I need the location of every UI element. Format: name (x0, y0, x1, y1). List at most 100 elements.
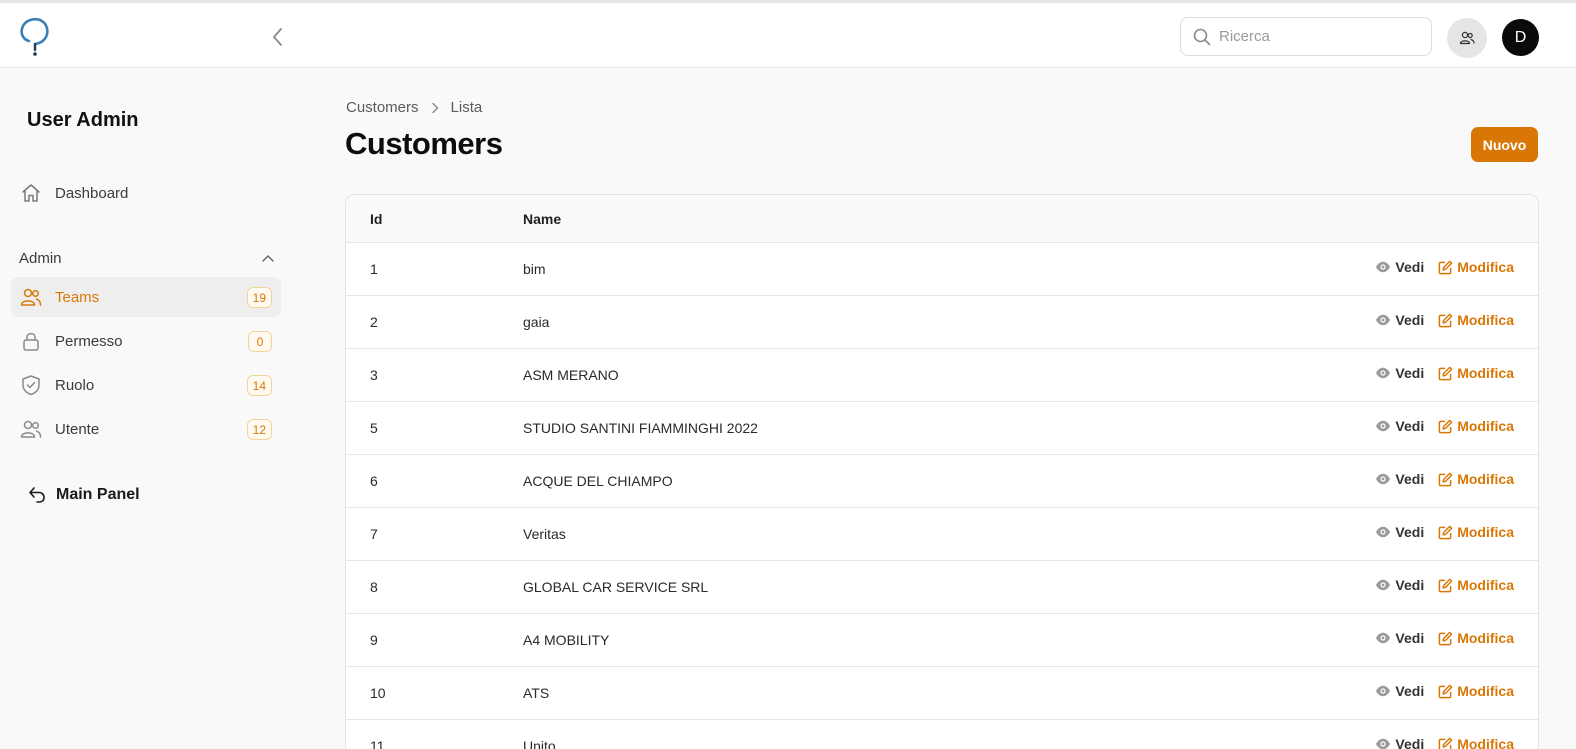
breadcrumb: Customers Lista (346, 99, 482, 116)
count-badge: 14 (246, 375, 272, 396)
cell-name: ATS (523, 685, 550, 701)
view-label: Vedi (1395, 471, 1425, 487)
table-row: 9 A4 MOBILITY Vedi Modifica (346, 614, 1538, 667)
view-button[interactable]: Vedi (1375, 736, 1424, 749)
lock-icon (20, 330, 42, 352)
edit-label: Modifica (1457, 312, 1514, 328)
search-input[interactable] (1219, 28, 1419, 45)
view-button[interactable]: Vedi (1375, 365, 1424, 381)
table-row: 10 ATS Vedi Modifica (346, 667, 1538, 720)
customers-table: Id Name 1 bim Vedi Modifica 2 gaia Vedi (345, 194, 1539, 749)
view-button[interactable]: Vedi (1375, 418, 1424, 434)
new-button[interactable]: Nuovo (1471, 127, 1538, 162)
edit-icon (1438, 684, 1453, 698)
sidebar-item-teams[interactable]: Teams 19 (11, 277, 281, 317)
sidebar-item-label: Utente (55, 420, 100, 438)
view-button[interactable]: Vedi (1375, 259, 1424, 275)
edit-label: Modifica (1457, 577, 1514, 593)
app-logo[interactable] (20, 17, 50, 57)
chevron-up-icon (262, 255, 274, 262)
cell-name: Veritas (523, 526, 566, 542)
count-badge: 0 (248, 331, 272, 352)
breadcrumb-item-customers[interactable]: Customers (346, 99, 419, 116)
edit-label: Modifica (1457, 524, 1514, 540)
cell-name: ASM MERANO (523, 367, 619, 383)
collapse-sidebar-button[interactable] (266, 25, 290, 49)
view-label: Vedi (1395, 312, 1425, 328)
eye-icon (1376, 314, 1391, 326)
edit-label: Modifica (1457, 365, 1514, 381)
cell-id: 1 (370, 261, 378, 277)
view-button[interactable]: Vedi (1375, 524, 1424, 540)
sidebar-item-ruolo[interactable]: Ruolo 14 (11, 365, 281, 405)
cell-id: 5 (370, 420, 378, 436)
row-actions: Vedi Modifica (1375, 630, 1514, 646)
view-label: Vedi (1395, 365, 1425, 381)
edit-button[interactable]: Modifica (1438, 577, 1514, 593)
table-body: 1 bim Vedi Modifica 2 gaia Vedi Modifica (346, 243, 1538, 749)
search-box[interactable] (1180, 17, 1432, 56)
sidebar-group-admin[interactable]: Admin (19, 246, 275, 270)
view-button[interactable]: Vedi (1375, 471, 1424, 487)
cell-name: ACQUE DEL CHIAMPO (523, 473, 673, 489)
cell-id: 3 (370, 367, 378, 383)
edit-label: Modifica (1457, 736, 1514, 749)
edit-button[interactable]: Modifica (1438, 630, 1514, 646)
cell-id: 7 (370, 526, 378, 542)
view-label: Vedi (1395, 630, 1425, 646)
edit-button[interactable]: Modifica (1438, 418, 1514, 434)
edit-icon (1438, 578, 1453, 592)
table-row: 6 ACQUE DEL CHIAMPO Vedi Modifica (346, 455, 1538, 508)
shield-check-icon (20, 374, 42, 396)
table-row: 2 gaia Vedi Modifica (346, 296, 1538, 349)
row-actions: Vedi Modifica (1375, 418, 1514, 434)
count-badge: 12 (246, 419, 272, 440)
row-actions: Vedi Modifica (1375, 577, 1514, 593)
sidebar-item-dashboard[interactable]: Dashboard (11, 173, 281, 213)
edit-icon (1438, 260, 1453, 274)
main-panel-link[interactable]: Main Panel (27, 485, 140, 505)
sidebar-item-utente[interactable]: Utente 12 (11, 409, 281, 449)
users-menu-button[interactable] (1447, 18, 1487, 58)
view-button[interactable]: Vedi (1375, 683, 1424, 699)
sidebar-item-permesso[interactable]: Permesso 0 (11, 321, 281, 361)
view-button[interactable]: Vedi (1375, 630, 1424, 646)
eye-icon (1376, 367, 1391, 379)
cell-name: bim (523, 261, 546, 277)
chevron-right-icon (431, 102, 439, 114)
cell-name: GLOBAL CAR SERVICE SRL (523, 579, 709, 595)
sidebar-item-label: Ruolo (55, 376, 95, 394)
main-panel-label: Main Panel (56, 486, 140, 503)
edit-button[interactable]: Modifica (1438, 365, 1514, 381)
sidebar-item-label: Teams (55, 288, 100, 306)
cell-name: STUDIO SANTINI FIAMMINGHI 2022 (523, 420, 758, 436)
eye-icon (1376, 261, 1391, 273)
row-actions: Vedi Modifica (1375, 259, 1514, 275)
return-arrow-icon (29, 487, 45, 503)
view-button[interactable]: Vedi (1375, 312, 1424, 328)
edit-icon (1438, 472, 1453, 486)
cell-name: A4 MOBILITY (523, 632, 610, 648)
edit-button[interactable]: Modifica (1438, 259, 1514, 275)
top-bar: D (0, 0, 1576, 68)
breadcrumb-item-lista: Lista (450, 99, 483, 116)
edit-icon (1438, 631, 1453, 645)
edit-button[interactable]: Modifica (1438, 736, 1514, 749)
users-icon (20, 418, 42, 440)
edit-button[interactable]: Modifica (1438, 524, 1514, 540)
row-actions: Vedi Modifica (1375, 312, 1514, 328)
edit-icon (1438, 366, 1453, 380)
edit-button[interactable]: Modifica (1438, 683, 1514, 699)
cell-id: 11 (370, 738, 385, 749)
column-header-id[interactable]: Id (370, 211, 382, 227)
sidebar-item-label: Permesso (55, 332, 123, 350)
eye-icon (1376, 685, 1391, 697)
eye-icon (1376, 738, 1391, 749)
page-title: Customers (345, 126, 503, 161)
column-header-name[interactable]: Name (523, 211, 561, 227)
user-avatar[interactable]: D (1502, 19, 1539, 56)
view-button[interactable]: Vedi (1375, 577, 1424, 593)
edit-button[interactable]: Modifica (1438, 312, 1514, 328)
view-label: Vedi (1395, 259, 1425, 275)
edit-button[interactable]: Modifica (1438, 471, 1514, 487)
